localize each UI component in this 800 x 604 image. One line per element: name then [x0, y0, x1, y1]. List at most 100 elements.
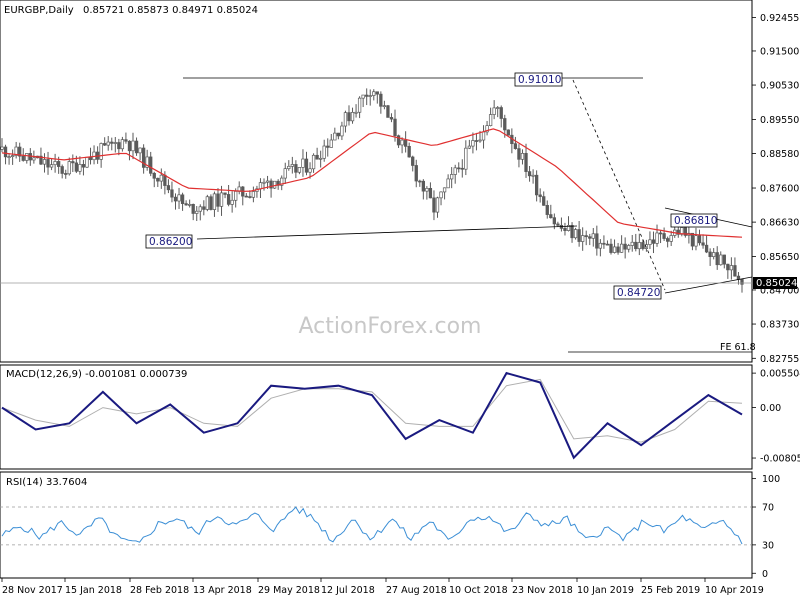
candle-body: [740, 278, 744, 285]
candle-body: [736, 275, 741, 280]
candle-body: [534, 174, 539, 196]
candle-body: [531, 174, 535, 177]
rsi-tick-label: 70: [762, 503, 774, 514]
candle-body: [60, 166, 64, 174]
candle-body: [545, 204, 549, 215]
candle-body: [619, 243, 624, 253]
candle-body: [120, 139, 125, 150]
candle-body: [421, 180, 425, 192]
candle-body: [103, 143, 107, 146]
candle-body: [460, 167, 464, 170]
price-axis: 0.92455 0.91500 0.90530 0.89550 0.88580 0.876…: [752, 13, 799, 365]
candle-body: [283, 168, 287, 179]
candle-body: [435, 197, 440, 213]
x-tick-label: 15 Jan 2018: [65, 585, 122, 596]
candle-body: [616, 246, 620, 253]
candle-body: [361, 94, 365, 99]
candle-body: [492, 107, 496, 115]
candle-body: [127, 140, 132, 152]
candle-body: [64, 173, 68, 175]
candle-body: [244, 195, 248, 198]
candle-body: [651, 239, 656, 244]
candle-body: [191, 203, 195, 214]
candle-body: [138, 147, 142, 154]
x-tick-label: 29 May 2018: [258, 585, 320, 596]
candle-body: [188, 203, 192, 206]
candle-body: [588, 236, 592, 239]
candle-body: [481, 131, 486, 141]
candle-body: [499, 107, 503, 119]
price-tick-label: 0.86630: [760, 218, 799, 229]
candle-body: [442, 187, 447, 193]
candle-body: [704, 244, 709, 253]
candle-body: [301, 158, 305, 168]
candle-body: [464, 147, 468, 170]
label-086200-text: 0.86200: [149, 236, 192, 248]
candle: [386, 104, 390, 118]
price-tick-label: 0.87600: [760, 184, 799, 195]
candle-body: [665, 238, 670, 242]
candle-body: [478, 139, 482, 142]
candle: [209, 194, 213, 211]
candle-body: [230, 199, 234, 205]
candle-body: [131, 140, 135, 152]
candle-body: [85, 156, 89, 168]
candle-body: [223, 192, 227, 195]
x-tick-label: 28 Feb 2018: [130, 585, 189, 596]
candle-body: [379, 93, 383, 107]
candle-body: [573, 229, 578, 239]
candle-body: [198, 206, 202, 212]
candle-body: [503, 118, 507, 131]
candle-body: [612, 246, 617, 253]
candle-body: [195, 210, 199, 214]
candle-body: [627, 245, 631, 250]
candle-body: [690, 232, 695, 247]
current-price-text: 0.85024: [756, 278, 797, 289]
candle-body: [21, 155, 25, 161]
candle-body: [53, 161, 57, 166]
macd-tick-label: 0.00: [760, 403, 781, 414]
candle-body: [3, 146, 8, 158]
candle-body: [251, 191, 256, 198]
candle-body: [134, 140, 139, 154]
candle-body: [272, 180, 277, 189]
candle-body: [166, 185, 171, 191]
candle-body: [234, 191, 238, 201]
candle-body: [10, 155, 15, 157]
candle-body: [598, 242, 603, 249]
candle-body: [623, 243, 627, 250]
candle-body: [658, 232, 663, 235]
candle-body: [350, 112, 355, 122]
candle-body: [467, 145, 472, 149]
candle-body: [609, 243, 613, 253]
candle-body: [662, 233, 666, 239]
rsi-title: RSI(14) 33.7604: [6, 477, 87, 488]
candle-body: [205, 196, 210, 210]
candle-body: [584, 235, 588, 238]
candle-body: [368, 95, 372, 97]
candle-body: [527, 171, 532, 177]
candle-body: [712, 252, 716, 257]
candle-body: [439, 191, 443, 199]
candle-body: [386, 105, 390, 118]
candle-body: [81, 164, 86, 168]
candle-body: [411, 156, 415, 166]
candle-body: [446, 178, 450, 189]
candle-body: [556, 223, 560, 226]
macd-title: MACD(12,26,9) -0.001081 0.000739: [6, 369, 187, 380]
candle-body: [287, 165, 291, 170]
x-tick-label: 13 Apr 2018: [193, 585, 252, 596]
candle-body: [209, 196, 213, 210]
price-tick-label: 0.85650: [760, 252, 799, 263]
chart-root: EURGBP,Daily 0.85721 0.85873 0.84971 0.8…: [0, 0, 800, 600]
candle-body: [365, 94, 369, 97]
candle-body: [315, 154, 319, 160]
candle-body: [25, 153, 29, 161]
candle-body: [46, 159, 50, 168]
rsi-tick-label: 30: [762, 540, 774, 551]
candle-body: [506, 129, 510, 136]
candle-body: [729, 265, 734, 271]
label-091010: 0.91010: [514, 72, 563, 87]
price-tick-label: 0.89550: [760, 115, 799, 126]
candle-body: [563, 228, 567, 231]
